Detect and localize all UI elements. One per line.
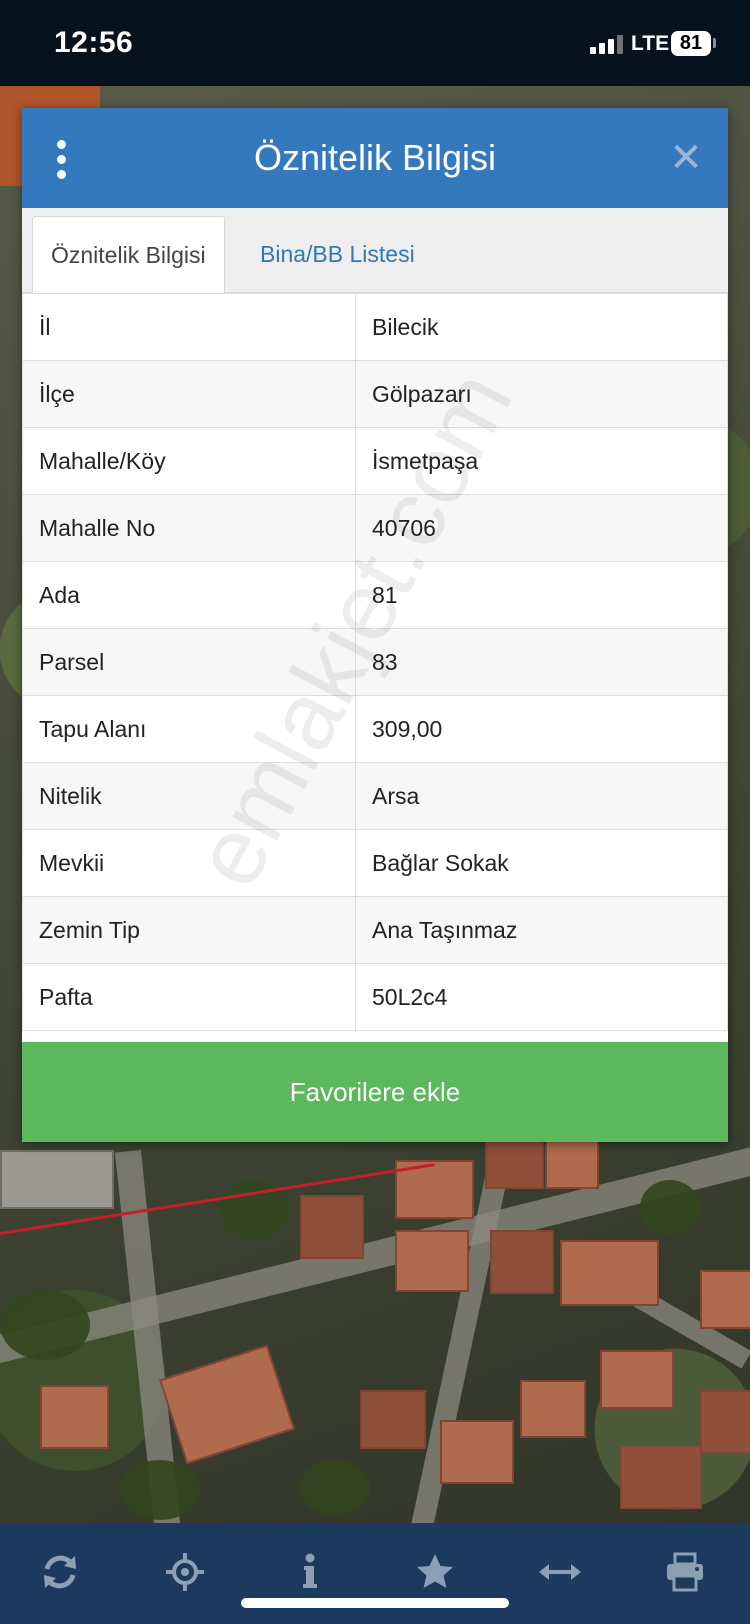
table-row: Pafta 50L2c4 — [22, 963, 728, 1031]
map-building-roof — [159, 1344, 295, 1465]
tab-attribute-info[interactable]: Öznitelik Bilgisi — [32, 216, 225, 294]
table-row: İl Bilecik — [22, 293, 728, 361]
measure-icon[interactable] — [535, 1547, 585, 1597]
tab-building-list[interactable]: Bina/BB Listesi — [242, 216, 433, 292]
map-building-roof — [520, 1380, 586, 1438]
attribute-value: Bağlar Sokak — [355, 829, 728, 897]
battery-icon: 81 — [671, 31, 711, 56]
attribute-table: İl Bilecik İlçe Gölpazarı Mahalle/Köy İsmet… — [22, 293, 728, 1031]
map-building-roof — [440, 1420, 514, 1484]
star-icon[interactable] — [410, 1547, 460, 1597]
table-row: Tapu Alanı 309,00 — [22, 695, 728, 763]
map-building-roof — [485, 1140, 544, 1189]
map-building-roof — [40, 1385, 109, 1449]
status-time: 12:56 — [54, 26, 134, 59]
attribute-key: Nitelik — [22, 762, 356, 830]
table-row: Parsel 83 — [22, 628, 728, 696]
battery-tip — [713, 38, 716, 48]
attribute-value: İsmetpaşa — [355, 427, 728, 495]
add-to-favorites-button[interactable]: Favorilere ekle — [22, 1042, 728, 1142]
map-building-roof — [300, 1195, 364, 1259]
table-row: Zemin Tip Ana Taşınmaz — [22, 896, 728, 964]
attribute-value: Gölpazarı — [355, 360, 728, 428]
table-row: Mevkii Bağlar Sokak — [22, 829, 728, 897]
attribute-dialog: Öznitelik Bilgisi ✕ Öznitelik Bilgisi Bi… — [22, 108, 728, 1142]
attribute-value: Bilecik — [355, 293, 728, 361]
attribute-key: Zemin Tip — [22, 896, 356, 964]
table-row: İlçe Gölpazarı — [22, 360, 728, 428]
map-building-roof — [0, 1150, 114, 1209]
table-row: Nitelik Arsa — [22, 762, 728, 830]
map-building-roof — [600, 1350, 674, 1409]
map-building-roof — [700, 1270, 750, 1329]
map-tree — [0, 1290, 90, 1360]
attribute-value: 81 — [355, 561, 728, 629]
map-building-roof — [545, 1140, 599, 1189]
attribute-value: 309,00 — [355, 695, 728, 763]
dialog-title: Öznitelik Bilgisi — [253, 137, 497, 178]
attribute-value: 40706 — [355, 494, 728, 562]
attribute-key: İlçe — [22, 360, 356, 428]
map-building-roof — [490, 1230, 554, 1294]
network-type: LTE — [631, 32, 670, 55]
close-icon[interactable]: ✕ — [666, 138, 706, 178]
attribute-value: 83 — [355, 628, 728, 696]
map-tree — [640, 1180, 700, 1235]
attribute-key: Mahalle/Köy — [22, 427, 356, 495]
status-bar: 12:56 LTE 81 — [0, 0, 750, 86]
locate-icon[interactable] — [160, 1547, 210, 1597]
map-building-roof — [395, 1230, 469, 1292]
attribute-key: Ada — [22, 561, 356, 629]
info-icon[interactable] — [285, 1547, 335, 1597]
map-building-roof — [360, 1390, 426, 1449]
dialog-header: Öznitelik Bilgisi ✕ — [22, 108, 728, 208]
attribute-value: 50L2c4 — [355, 963, 728, 1031]
bottom-toolbar — [0, 1523, 750, 1624]
attribute-key: İl — [22, 293, 356, 361]
tab-bar: Öznitelik Bilgisi Bina/BB Listesi — [22, 208, 728, 294]
print-icon[interactable] — [660, 1547, 710, 1597]
attribute-key: Tapu Alanı — [22, 695, 356, 763]
attribute-key: Mahalle No — [22, 494, 356, 562]
home-indicator[interactable] — [241, 1598, 509, 1608]
attribute-key: Mevkii — [22, 829, 356, 897]
signal-icon — [590, 34, 624, 54]
attribute-value: Arsa — [355, 762, 728, 830]
map-tree — [300, 1460, 370, 1515]
attribute-value: Ana Taşınmaz — [355, 896, 728, 964]
refresh-icon[interactable] — [35, 1547, 85, 1597]
map-building-roof — [620, 1445, 702, 1509]
map-building-roof — [700, 1390, 750, 1454]
map-tree — [120, 1460, 200, 1520]
map-building-roof — [560, 1240, 659, 1306]
table-row: Mahalle No 40706 — [22, 494, 728, 562]
table-row: Mahalle/Köy İsmetpaşa — [22, 427, 728, 495]
attribute-key: Pafta — [22, 963, 356, 1031]
table-row: Ada 81 — [22, 561, 728, 629]
attribute-key: Parsel — [22, 628, 356, 696]
